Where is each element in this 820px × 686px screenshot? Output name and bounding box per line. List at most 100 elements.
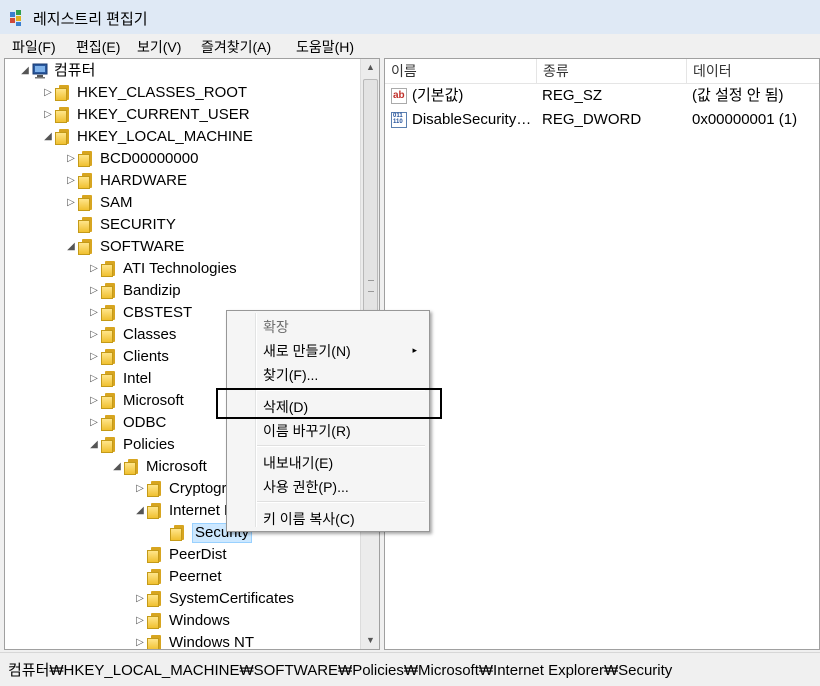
menu-item-new[interactable]: 새로 만들기(N) [263,341,351,361]
tree-item[interactable]: ▷ HKEY_CURRENT_USER [5,104,360,126]
collapse-arrow-icon[interactable]: ◢ [111,456,123,478]
tree-item[interactable]: ▷ SAM [5,192,360,214]
folder-icon [101,261,118,277]
tree-item[interactable]: Peernet [5,566,360,588]
folder-icon [55,129,72,145]
scroll-down-button[interactable]: ▼ [361,632,379,649]
collapse-arrow-icon[interactable]: ◢ [42,126,54,148]
tree-item[interactable]: ▷ HARDWARE [5,170,360,192]
menu-item-export[interactable]: 내보내기(E) [263,453,333,473]
tree-item[interactable]: ▷ BCD00000000 [5,148,360,170]
tree-item-label: Microsoft [146,458,207,475]
list-item[interactable]: ab (기본값) REG_SZ (값 설정 안 됨) [385,85,819,107]
expand-arrow-icon[interactable]: ▷ [88,390,100,412]
expand-arrow-icon[interactable]: ▷ [42,82,54,104]
expand-arrow-icon[interactable]: ▷ [88,302,100,324]
tree-item[interactable]: ◢ 컴퓨터 [5,60,360,82]
expand-arrow-icon[interactable]: ▷ [134,632,146,649]
collapse-arrow-icon[interactable]: ◢ [19,60,31,82]
column-type-header[interactable]: 종류 [537,59,687,83]
folder-icon [147,569,164,585]
tree-item-label: SAM [100,194,133,211]
expand-arrow-icon[interactable]: ▷ [65,170,77,192]
tree-item[interactable]: ◢ HKEY_LOCAL_MACHINE [5,126,360,148]
value-name: (기본값) [412,87,464,104]
tree-item-label: HKEY_CURRENT_USER [77,106,250,123]
folder-icon [101,371,118,387]
expand-arrow-icon[interactable]: ▷ [88,280,100,302]
expand-arrow-icon[interactable]: ▷ [88,324,100,346]
tree-item-label: CBSTEST [123,304,193,321]
folder-icon [101,349,118,365]
menu-item-permissions[interactable]: 사용 권한(P)... [263,477,349,497]
menu-item-expand[interactable]: 확장 [263,317,289,337]
menu-separator [257,501,425,503]
tree-item[interactable]: ▷ HKEY_CLASSES_ROOT [5,82,360,104]
expand-arrow-icon[interactable]: ▷ [88,412,100,434]
expand-arrow-icon[interactable]: ▷ [134,588,146,610]
tree-item-label: Clients [123,348,169,365]
tree-item[interactable]: PeerDist [5,544,360,566]
tree-item[interactable]: ▷ Bandizip [5,280,360,302]
binary-value-icon: 011 110 [391,112,407,128]
context-menu: 확장 새로 만들기(N) ▸ 찾기(F)... 삭제(D) 이름 바꾸기(R) … [226,310,430,532]
tree-item[interactable]: ▷ Windows [5,610,360,632]
folder-icon [78,217,95,233]
scroll-up-button[interactable]: ▲ [361,59,379,76]
submenu-arrow-icon: ▸ [412,345,417,355]
tree-item[interactable]: ▷ ATI Technologies [5,258,360,280]
expand-arrow-icon [134,544,146,566]
value-data: (값 설정 안 됨) [692,87,784,104]
expand-arrow-icon[interactable]: ▷ [134,478,146,500]
tree-item-label: ODBC [123,414,167,431]
expand-arrow-icon[interactable]: ▷ [134,610,146,632]
expand-arrow-icon[interactable]: ▷ [65,148,77,170]
list-header: 이름 종류 데이터 [385,59,819,84]
expand-arrow-icon[interactable]: ▷ [65,192,77,214]
folder-icon [101,415,118,431]
tree-item-label: Bandizip [123,282,181,299]
list-item[interactable]: 011 110 DisableSecuritySettingsCheck REG… [385,109,819,131]
menu-favorites[interactable]: 즐겨찾기(A) [201,37,271,57]
folder-icon [124,459,141,475]
menu-item-copy-key-name[interactable]: 키 이름 복사(C) [263,509,355,529]
menu-item-rename[interactable]: 이름 바꾸기(R) [263,421,351,441]
folder-icon [78,195,95,211]
expand-arrow-icon [65,214,77,236]
collapse-arrow-icon[interactable]: ◢ [88,434,100,456]
tree-item-label: Intel [123,370,152,387]
tree-item[interactable]: ◢ SOFTWARE [5,236,360,258]
column-name-header[interactable]: 이름 [385,59,537,83]
menu-file[interactable]: 파일(F) [12,37,56,57]
title-bar: 레지스트리 편집기 [0,0,820,34]
tree-item-label: HKEY_CLASSES_ROOT [77,84,248,101]
folder-icon [147,613,164,629]
folder-icon [147,635,164,649]
tree-item[interactable]: SECURITY [5,214,360,236]
column-data-header[interactable]: 데이터 [687,59,819,83]
value-list-pane[interactable]: 이름 종류 데이터 ab (기본값) REG_SZ (값 설정 안 됨) 011… [384,58,820,650]
tree-item[interactable]: ▷ SystemCertificates [5,588,360,610]
menu-help[interactable]: 도움말(H) [296,37,354,57]
collapse-arrow-icon[interactable]: ◢ [65,236,77,258]
menu-view[interactable]: 보기(V) [137,37,181,57]
expand-arrow-icon[interactable]: ▷ [42,104,54,126]
menu-item-find[interactable]: 찾기(F)... [263,365,318,385]
collapse-arrow-icon[interactable]: ◢ [134,500,146,522]
tree-item-label: Windows NT [169,634,255,650]
tree-item-label: 컴퓨터 [54,62,96,79]
folder-icon [147,547,164,563]
expand-arrow-icon[interactable]: ▷ [88,258,100,280]
expand-arrow-icon[interactable]: ▷ [88,368,100,390]
expand-arrow-icon [134,566,146,588]
folder-icon [78,239,95,255]
folder-icon [101,327,118,343]
folder-icon [147,503,164,519]
tree-item-label: BCD00000000 [100,150,199,167]
expand-arrow-icon[interactable]: ▷ [88,346,100,368]
tree-item[interactable]: ▷ Windows NT [5,632,360,650]
menu-edit[interactable]: 편집(E) [76,37,120,57]
tree-item-label: Policies [123,436,175,453]
expand-arrow-icon [157,522,169,544]
folder-icon [101,283,118,299]
